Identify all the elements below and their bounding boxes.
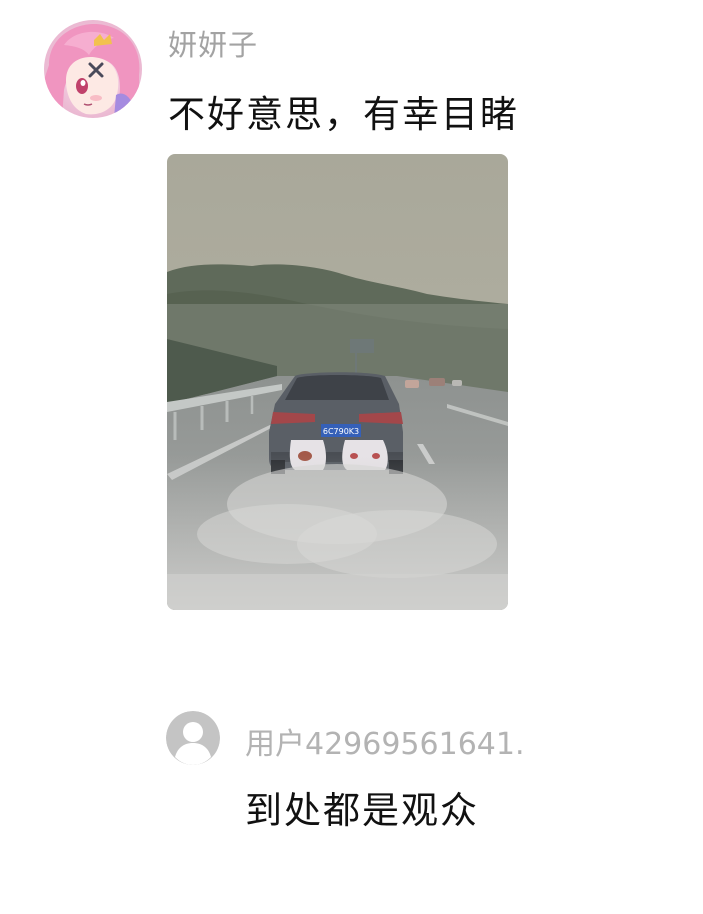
default-user-avatar-icon[interactable] [166,711,220,765]
comment-username[interactable]: 妍妍子 [168,22,258,64]
comment-text: 到处都是观众 [245,789,479,832]
comment-username[interactable]: 用户4296956164​1. [245,719,525,763]
comment-text: 不好意思，有幸目睹 [168,93,519,136]
comment-photo[interactable]: 6C790K3 [167,154,508,610]
anime-girl-avatar-icon[interactable] [44,20,142,118]
license-plate: 6C790K3 [323,427,359,436]
